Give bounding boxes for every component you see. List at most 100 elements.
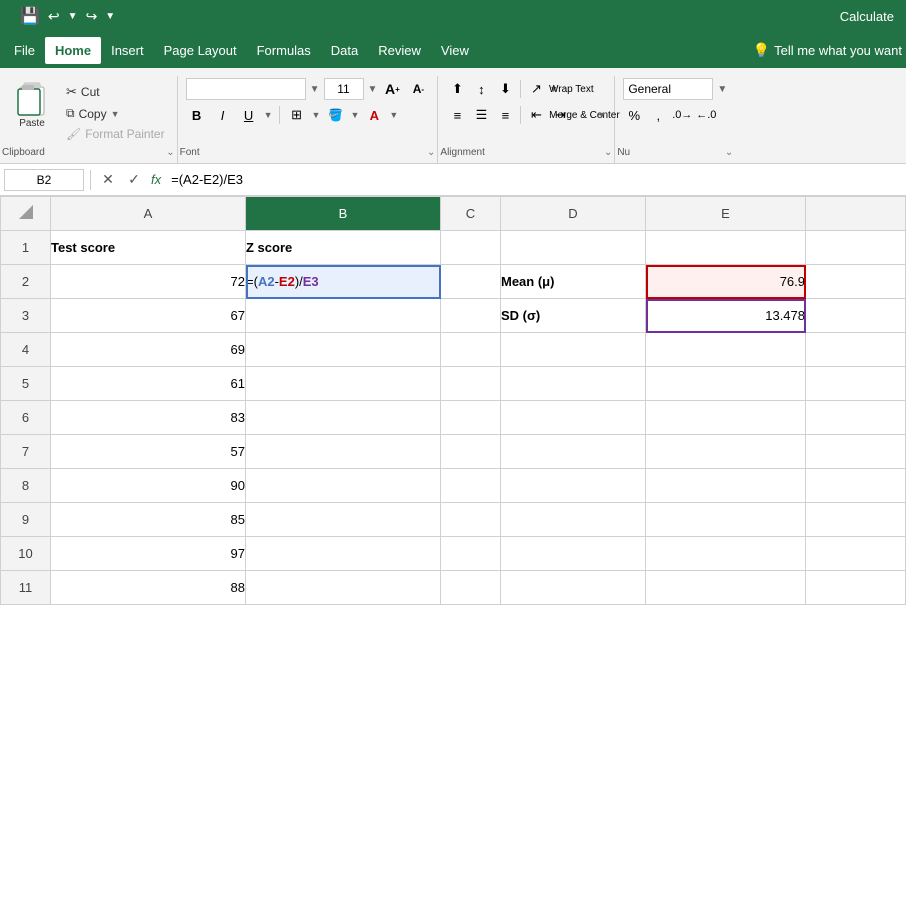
cell-reference-input[interactable] xyxy=(4,169,84,191)
cell-a3[interactable]: 67 xyxy=(51,299,246,333)
menu-review[interactable]: Review xyxy=(368,37,431,64)
cell-f4[interactable] xyxy=(806,333,906,367)
cut-button[interactable]: ✂ Cut xyxy=(62,82,169,102)
cell-e5[interactable] xyxy=(646,367,806,401)
cell-d7[interactable] xyxy=(501,435,646,469)
border-button[interactable]: ⊞ xyxy=(286,104,308,126)
fill-dropdown-icon[interactable]: ▼ xyxy=(350,110,359,120)
cell-b1[interactable]: Z score xyxy=(246,231,441,265)
cell-c8[interactable] xyxy=(441,469,501,503)
comma-button[interactable]: , xyxy=(647,104,669,126)
undo-dropdown-icon[interactable]: ▼ xyxy=(68,11,78,22)
cell-e3[interactable]: 13.478 xyxy=(646,299,806,333)
bold-button[interactable]: B xyxy=(186,104,208,126)
font-size-input[interactable] xyxy=(324,78,364,100)
menu-formulas[interactable]: Formulas xyxy=(247,37,321,64)
cell-a1[interactable]: Test score xyxy=(51,231,246,265)
cell-c3[interactable] xyxy=(441,299,501,333)
cell-c1[interactable] xyxy=(441,231,501,265)
align-bottom-button[interactable]: ⬇ xyxy=(494,78,516,100)
cell-b4[interactable] xyxy=(246,333,441,367)
copy-button[interactable]: ⧉ Copy ▼ xyxy=(62,104,169,123)
font-color-dropdown-icon[interactable]: ▼ xyxy=(389,110,398,120)
cell-b9[interactable] xyxy=(246,503,441,537)
decrease-indent-button[interactable]: ⇤ xyxy=(525,104,547,126)
redo-icon[interactable]: ↪ xyxy=(86,8,98,25)
merge-center-button[interactable]: Merge & Center xyxy=(573,104,595,126)
cell-e4[interactable] xyxy=(646,333,806,367)
col-header-b[interactable]: B xyxy=(246,197,441,231)
cell-f10[interactable] xyxy=(806,537,906,571)
cell-d8[interactable] xyxy=(501,469,646,503)
cell-f11[interactable] xyxy=(806,571,906,605)
cell-f8[interactable] xyxy=(806,469,906,503)
cell-a4[interactable]: 69 xyxy=(51,333,246,367)
cell-e10[interactable] xyxy=(646,537,806,571)
cell-d11[interactable] xyxy=(501,571,646,605)
border-dropdown-icon[interactable]: ▼ xyxy=(312,110,321,120)
cell-c5[interactable] xyxy=(441,367,501,401)
confirm-formula-button[interactable]: ✓ xyxy=(123,169,145,191)
font-name-input[interactable] xyxy=(186,78,306,100)
cancel-formula-button[interactable]: ✕ xyxy=(97,169,119,191)
col-header-a[interactable]: A xyxy=(51,197,246,231)
cell-e9[interactable] xyxy=(646,503,806,537)
align-top-button[interactable]: ⬆ xyxy=(446,78,468,100)
align-left-button[interactable]: ≡ xyxy=(446,104,468,126)
font-color-button[interactable]: A xyxy=(363,104,385,126)
cell-d9[interactable] xyxy=(501,503,646,537)
number-expand-icon[interactable]: ⌄ xyxy=(725,147,733,158)
corner-header[interactable] xyxy=(1,197,51,231)
col-header-d[interactable]: D xyxy=(501,197,646,231)
menu-home[interactable]: Home xyxy=(45,37,101,64)
cell-a5[interactable]: 61 xyxy=(51,367,246,401)
cell-e6[interactable] xyxy=(646,401,806,435)
menu-insert[interactable]: Insert xyxy=(101,37,154,64)
clipboard-expand-icon[interactable]: ⌄ xyxy=(166,147,174,158)
merge-dropdown-icon[interactable]: ▼ xyxy=(597,110,606,120)
align-right-button[interactable]: ≡ xyxy=(494,104,516,126)
fill-color-button[interactable]: 🪣 xyxy=(324,104,346,126)
font-shrink-button[interactable]: A- xyxy=(407,78,429,100)
cell-b11[interactable] xyxy=(246,571,441,605)
tell-me-box[interactable]: 💡 Tell me what you want xyxy=(753,42,902,59)
cell-f7[interactable] xyxy=(806,435,906,469)
cell-c9[interactable] xyxy=(441,503,501,537)
cell-d3[interactable]: SD (σ) xyxy=(501,299,646,333)
alignment-expand-icon[interactable]: ⌄ xyxy=(604,147,612,158)
cell-b6[interactable] xyxy=(246,401,441,435)
cell-b10[interactable] xyxy=(246,537,441,571)
formula-input[interactable] xyxy=(167,169,902,191)
cell-f2[interactable] xyxy=(806,265,906,299)
cell-f9[interactable] xyxy=(806,503,906,537)
paste-button[interactable]: Paste xyxy=(8,78,56,133)
cell-a9[interactable]: 85 xyxy=(51,503,246,537)
text-angle-button[interactable]: ↗ xyxy=(525,78,547,100)
copy-dropdown-icon[interactable]: ▼ xyxy=(111,109,120,119)
cell-c11[interactable] xyxy=(441,571,501,605)
decrease-decimal-button[interactable]: ←.0 xyxy=(695,104,717,126)
cell-b7[interactable] xyxy=(246,435,441,469)
cell-d5[interactable] xyxy=(501,367,646,401)
menu-file[interactable]: File xyxy=(4,37,45,64)
cell-c10[interactable] xyxy=(441,537,501,571)
cell-f6[interactable] xyxy=(806,401,906,435)
number-format-dropdown-icon[interactable]: ▼ xyxy=(717,84,727,95)
cell-d1[interactable] xyxy=(501,231,646,265)
cell-f5[interactable] xyxy=(806,367,906,401)
cell-b3[interactable] xyxy=(246,299,441,333)
cell-c4[interactable] xyxy=(441,333,501,367)
cell-d6[interactable] xyxy=(501,401,646,435)
font-grow-button[interactable]: A+ xyxy=(381,78,403,100)
font-name-dropdown-icon[interactable]: ▼ xyxy=(310,84,320,95)
underline-dropdown-icon[interactable]: ▼ xyxy=(264,110,273,120)
cell-e8[interactable] xyxy=(646,469,806,503)
cell-a8[interactable]: 90 xyxy=(51,469,246,503)
cell-c6[interactable] xyxy=(441,401,501,435)
number-format-input[interactable] xyxy=(623,78,713,100)
col-header-e[interactable]: E xyxy=(646,197,806,231)
cell-c2[interactable] xyxy=(441,265,501,299)
align-center-button[interactable]: ☰ xyxy=(470,104,492,126)
underline-button[interactable]: U xyxy=(238,104,260,126)
format-painter-button[interactable]: 🖌 Format Painter xyxy=(62,125,169,143)
